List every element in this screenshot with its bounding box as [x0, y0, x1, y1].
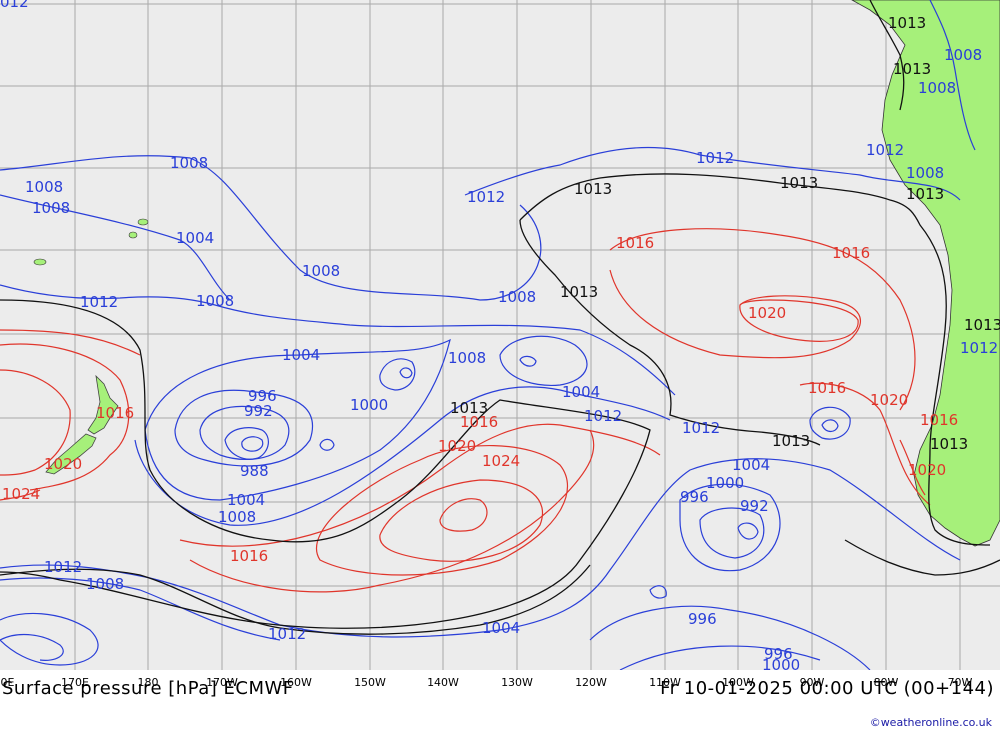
isobar-label: 996	[688, 610, 717, 628]
isobar-label: 992	[740, 497, 769, 515]
isobar-label: 1013	[888, 14, 926, 32]
isobar-label: 1008	[906, 164, 944, 182]
isobar-label: 1016	[460, 413, 498, 431]
isobar-label: 1013	[780, 174, 818, 192]
isobar-label: 1008	[170, 154, 208, 172]
isobar-label: 1016	[920, 411, 958, 429]
isobar-label: 1004	[482, 619, 520, 637]
isobar-label: 1016	[616, 234, 654, 252]
isobar-label: 1024	[2, 485, 40, 503]
valid-time: Fr 10-01-2025 00:00 UTC (00+144)	[660, 678, 994, 699]
isobar-label: 992	[244, 402, 273, 420]
isobar-label: 1000	[762, 656, 800, 670]
isobar-label: 1020	[748, 304, 786, 322]
isobar-label: 1020	[44, 455, 82, 473]
isobar-label: 1016	[808, 379, 846, 397]
isobar-label: 1012	[80, 293, 118, 311]
lon-label: 120W	[575, 676, 607, 689]
map-footer: 60E 170E 180 170W 160W 150W 140W 130W 12…	[0, 670, 1000, 733]
isobar-label: 1012	[682, 419, 720, 437]
isobar-label: 1004	[282, 346, 320, 364]
isobar-label: 1024	[482, 452, 520, 470]
isobar-label: 1008	[944, 46, 982, 64]
corner-isobar-label: 012	[0, 0, 29, 11]
isobar-label: 1013	[560, 283, 598, 301]
isobar-label: 1008	[32, 199, 70, 217]
isobar-label: 1012	[960, 339, 998, 357]
isobar-label: 1008	[25, 178, 63, 196]
map-title: Surface pressure [hPa] ECMWF	[2, 678, 294, 699]
isobar-label: 1013	[930, 435, 968, 453]
isobar-label: 1016	[832, 244, 870, 262]
isobar-label: 1013	[893, 60, 931, 78]
isobar-label: 1020	[438, 437, 476, 455]
isobar-label: 1008	[918, 79, 956, 97]
lon-label: 140W	[427, 676, 459, 689]
lon-label: 150W	[354, 676, 386, 689]
isobar-label: 1012	[696, 149, 734, 167]
isobar-label: 1012	[467, 188, 505, 206]
lon-label: 130W	[501, 676, 533, 689]
isobar-label: 1008	[302, 262, 340, 280]
isobar-label: 1020	[908, 461, 946, 479]
isobar-label: 1008	[498, 288, 536, 306]
pressure-map: 1008 1008 1008 1004 1008 1008 1012 1012 …	[0, 0, 1000, 674]
isobar-label: 1000	[706, 474, 744, 492]
isobar-label: 988	[240, 462, 269, 480]
isobar-label: 1013	[964, 316, 1000, 334]
isobar-label: 1008	[86, 575, 124, 593]
isobar-label: 1012	[268, 625, 306, 643]
isobar-label: 1012	[584, 407, 622, 425]
isobar-label: 1004	[176, 229, 214, 247]
isobar-label: 1000	[350, 396, 388, 414]
isobar-label: 1016	[230, 547, 268, 565]
isobar-label: 996	[680, 488, 709, 506]
credit-link[interactable]: ©weatheronline.co.uk	[870, 716, 992, 729]
isobar-label: 1020	[870, 391, 908, 409]
isobar-label: 1008	[218, 508, 256, 526]
isobar-label: 1012	[44, 558, 82, 576]
isobar-label: 1008	[448, 349, 486, 367]
isobar-label: 1004	[227, 491, 265, 509]
isobar-label: 1013	[772, 432, 810, 450]
isobar-label: 1004	[732, 456, 770, 474]
isobar-label: 1013	[906, 185, 944, 203]
isobar-label: 1008	[196, 292, 234, 310]
isobar-label: 1013	[574, 180, 612, 198]
isobar-label: 1004	[562, 383, 600, 401]
isobar-label: 1016	[96, 404, 134, 422]
isobar-label: 1012	[866, 141, 904, 159]
